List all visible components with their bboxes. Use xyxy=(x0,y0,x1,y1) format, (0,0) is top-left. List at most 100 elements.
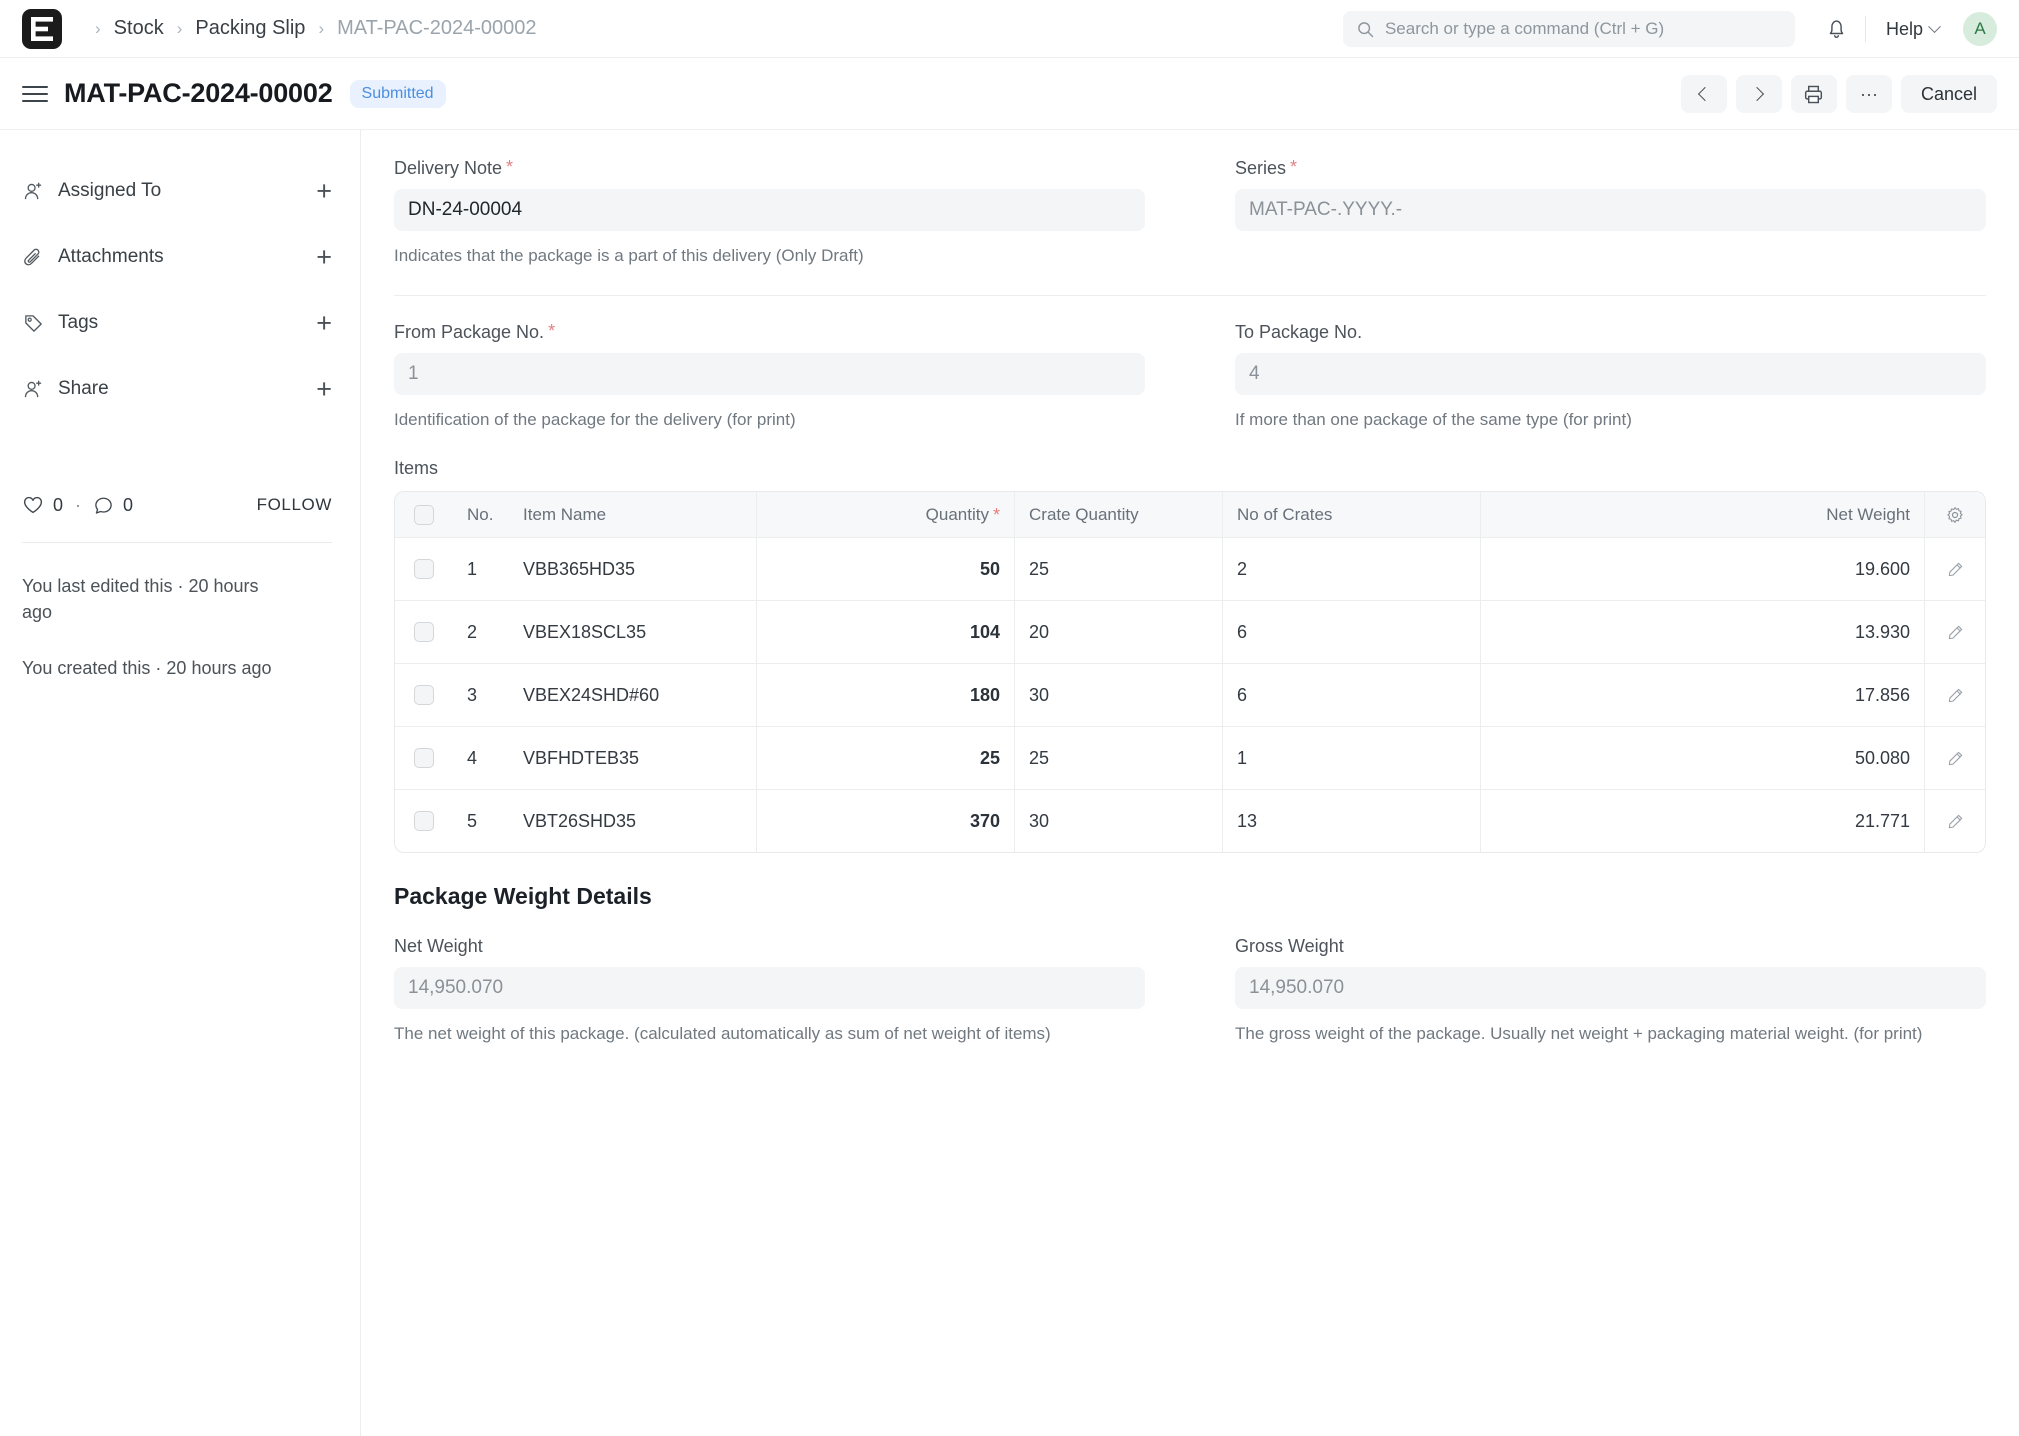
add-share-button[interactable]: + xyxy=(316,376,332,403)
cell-item-name[interactable]: VBFHDTEB35 xyxy=(509,727,757,789)
row-edit-button[interactable] xyxy=(1925,601,1985,663)
chevron-right-icon xyxy=(1750,87,1764,101)
cell-crate-quantity[interactable]: 25 xyxy=(1015,727,1223,789)
add-tag-button[interactable]: + xyxy=(316,310,332,337)
document-form: Delivery Note * DN-24-00004 Indicates th… xyxy=(360,130,2019,1436)
row-edit-button[interactable] xyxy=(1925,664,1985,726)
breadcrumb-separator: › xyxy=(84,20,112,37)
cell-quantity[interactable]: 180 xyxy=(757,664,1015,726)
gross-weight-label: Gross Weight xyxy=(1235,936,1986,957)
row-select-cell[interactable] xyxy=(395,538,453,600)
sidebar-item-attachments[interactable]: Attachments + xyxy=(22,224,332,290)
follow-button[interactable]: FOLLOW xyxy=(257,495,332,515)
row-edit-button[interactable] xyxy=(1925,727,1985,789)
row-checkbox[interactable] xyxy=(414,748,434,768)
row-checkbox[interactable] xyxy=(414,811,434,831)
form-divider xyxy=(394,295,1986,296)
cell-net-weight[interactable]: 17.856 xyxy=(1481,664,1925,726)
sidebar-item-label: Share xyxy=(58,378,302,400)
breadcrumb-separator: › xyxy=(166,20,194,37)
grid-settings-button[interactable] xyxy=(1925,492,1985,537)
row-checkbox[interactable] xyxy=(414,685,434,705)
cell-no-of-crates[interactable]: 13 xyxy=(1223,790,1481,852)
comment-icon[interactable] xyxy=(93,495,114,516)
sidebar-toggle-icon[interactable] xyxy=(22,81,48,107)
cell-no-of-crates[interactable]: 1 xyxy=(1223,727,1481,789)
cell-crate-quantity[interactable]: 30 xyxy=(1015,790,1223,852)
from-package-no-description: Identification of the package for the de… xyxy=(394,407,1145,433)
row-checkbox[interactable] xyxy=(414,622,434,642)
help-menu-button[interactable]: Help xyxy=(1874,13,1951,46)
cell-net-weight[interactable]: 19.600 xyxy=(1481,538,1925,600)
page-body: Assigned To + Attachments + Tags + xyxy=(0,130,2019,1436)
page-header-actions: ··· Cancel xyxy=(1681,58,1997,130)
cell-item-name[interactable]: VBT26SHD35 xyxy=(509,790,757,852)
cell-crate-quantity[interactable]: 30 xyxy=(1015,664,1223,726)
print-button[interactable] xyxy=(1791,75,1837,113)
cell-net-weight[interactable]: 21.771 xyxy=(1481,790,1925,852)
row-select-cell[interactable] xyxy=(395,601,453,663)
cell-item-name[interactable]: VBB365HD35 xyxy=(509,538,757,600)
cell-item-name[interactable]: VBEX18SCL35 xyxy=(509,601,757,663)
table-row[interactable]: 3VBEX24SHD#6018030617.856 xyxy=(395,663,1985,726)
series-input[interactable]: MAT-PAC-.YYYY.- xyxy=(1235,189,1986,231)
cell-crate-quantity[interactable]: 20 xyxy=(1015,601,1223,663)
previous-document-button[interactable] xyxy=(1681,75,1727,113)
app-logo-icon[interactable] xyxy=(22,9,62,49)
to-package-no-description: If more than one package of the same typ… xyxy=(1235,407,1986,433)
breadcrumb-item-packing-slip[interactable]: Packing Slip xyxy=(195,17,305,40)
pencil-icon xyxy=(1947,624,1964,641)
field-net-weight: Net Weight 14,950.070 The net weight of … xyxy=(394,936,1190,1047)
field-series: Series * MAT-PAC-.YYYY.- xyxy=(1190,158,1986,269)
pencil-icon xyxy=(1947,750,1964,767)
cell-crate-quantity[interactable]: 25 xyxy=(1015,538,1223,600)
select-all-cell[interactable] xyxy=(395,492,453,537)
next-document-button[interactable] xyxy=(1736,75,1782,113)
row-edit-button[interactable] xyxy=(1925,538,1985,600)
row-select-cell[interactable] xyxy=(395,727,453,789)
to-package-no-label: To Package No. xyxy=(1235,322,1986,343)
tag-icon xyxy=(22,313,44,334)
cell-item-name[interactable]: VBEX24SHD#60 xyxy=(509,664,757,726)
cell-net-weight[interactable]: 13.930 xyxy=(1481,601,1925,663)
row-edit-button[interactable] xyxy=(1925,790,1985,852)
cell-quantity[interactable]: 50 xyxy=(757,538,1015,600)
cell-quantity[interactable]: 25 xyxy=(757,727,1015,789)
sidebar-item-tags[interactable]: Tags + xyxy=(22,290,332,356)
cell-no: 3 xyxy=(453,664,509,726)
row-checkbox[interactable] xyxy=(414,559,434,579)
avatar[interactable]: A xyxy=(1963,12,1997,46)
like-count: 0 xyxy=(53,495,63,516)
gross-weight-input[interactable]: 14,950.070 xyxy=(1235,967,1986,1009)
activity-last-edited: You last edited this · 20 hours ago xyxy=(22,573,284,625)
cancel-button[interactable]: Cancel xyxy=(1901,75,1997,113)
activity-created: You created this · 20 hours ago xyxy=(22,655,284,681)
cell-quantity[interactable]: 370 xyxy=(757,790,1015,852)
sidebar-item-share[interactable]: Share + xyxy=(22,356,332,422)
add-assigned-to-button[interactable]: + xyxy=(316,178,332,205)
row-select-cell[interactable] xyxy=(395,790,453,852)
cell-no-of-crates[interactable]: 6 xyxy=(1223,664,1481,726)
from-package-no-input[interactable]: 1 xyxy=(394,353,1145,395)
sidebar-item-assigned-to[interactable]: Assigned To + xyxy=(22,158,332,224)
cell-no-of-crates[interactable]: 6 xyxy=(1223,601,1481,663)
table-row[interactable]: 4VBFHDTEB352525150.080 xyxy=(395,726,1985,789)
to-package-no-input[interactable]: 4 xyxy=(1235,353,1986,395)
cell-net-weight[interactable]: 50.080 xyxy=(1481,727,1925,789)
row-select-cell[interactable] xyxy=(395,664,453,726)
user-plus-icon xyxy=(22,379,44,400)
notifications-button[interactable] xyxy=(1817,11,1857,47)
net-weight-input[interactable]: 14,950.070 xyxy=(394,967,1145,1009)
select-all-checkbox[interactable] xyxy=(414,505,434,525)
table-row[interactable]: 5VBT26SHD35370301321.771 xyxy=(395,789,1985,852)
heart-icon[interactable] xyxy=(22,494,44,516)
more-actions-button[interactable]: ··· xyxy=(1846,75,1892,113)
table-row[interactable]: 2VBEX18SCL3510420613.930 xyxy=(395,600,1985,663)
table-row[interactable]: 1VBB365HD355025219.600 xyxy=(395,537,1985,600)
delivery-note-input[interactable]: DN-24-00004 xyxy=(394,189,1145,231)
search-input[interactable]: Search or type a command (Ctrl + G) xyxy=(1343,11,1795,47)
add-attachment-button[interactable]: + xyxy=(316,244,332,271)
cell-no-of-crates[interactable]: 2 xyxy=(1223,538,1481,600)
cell-quantity[interactable]: 104 xyxy=(757,601,1015,663)
breadcrumb-item-stock[interactable]: Stock xyxy=(114,17,164,40)
